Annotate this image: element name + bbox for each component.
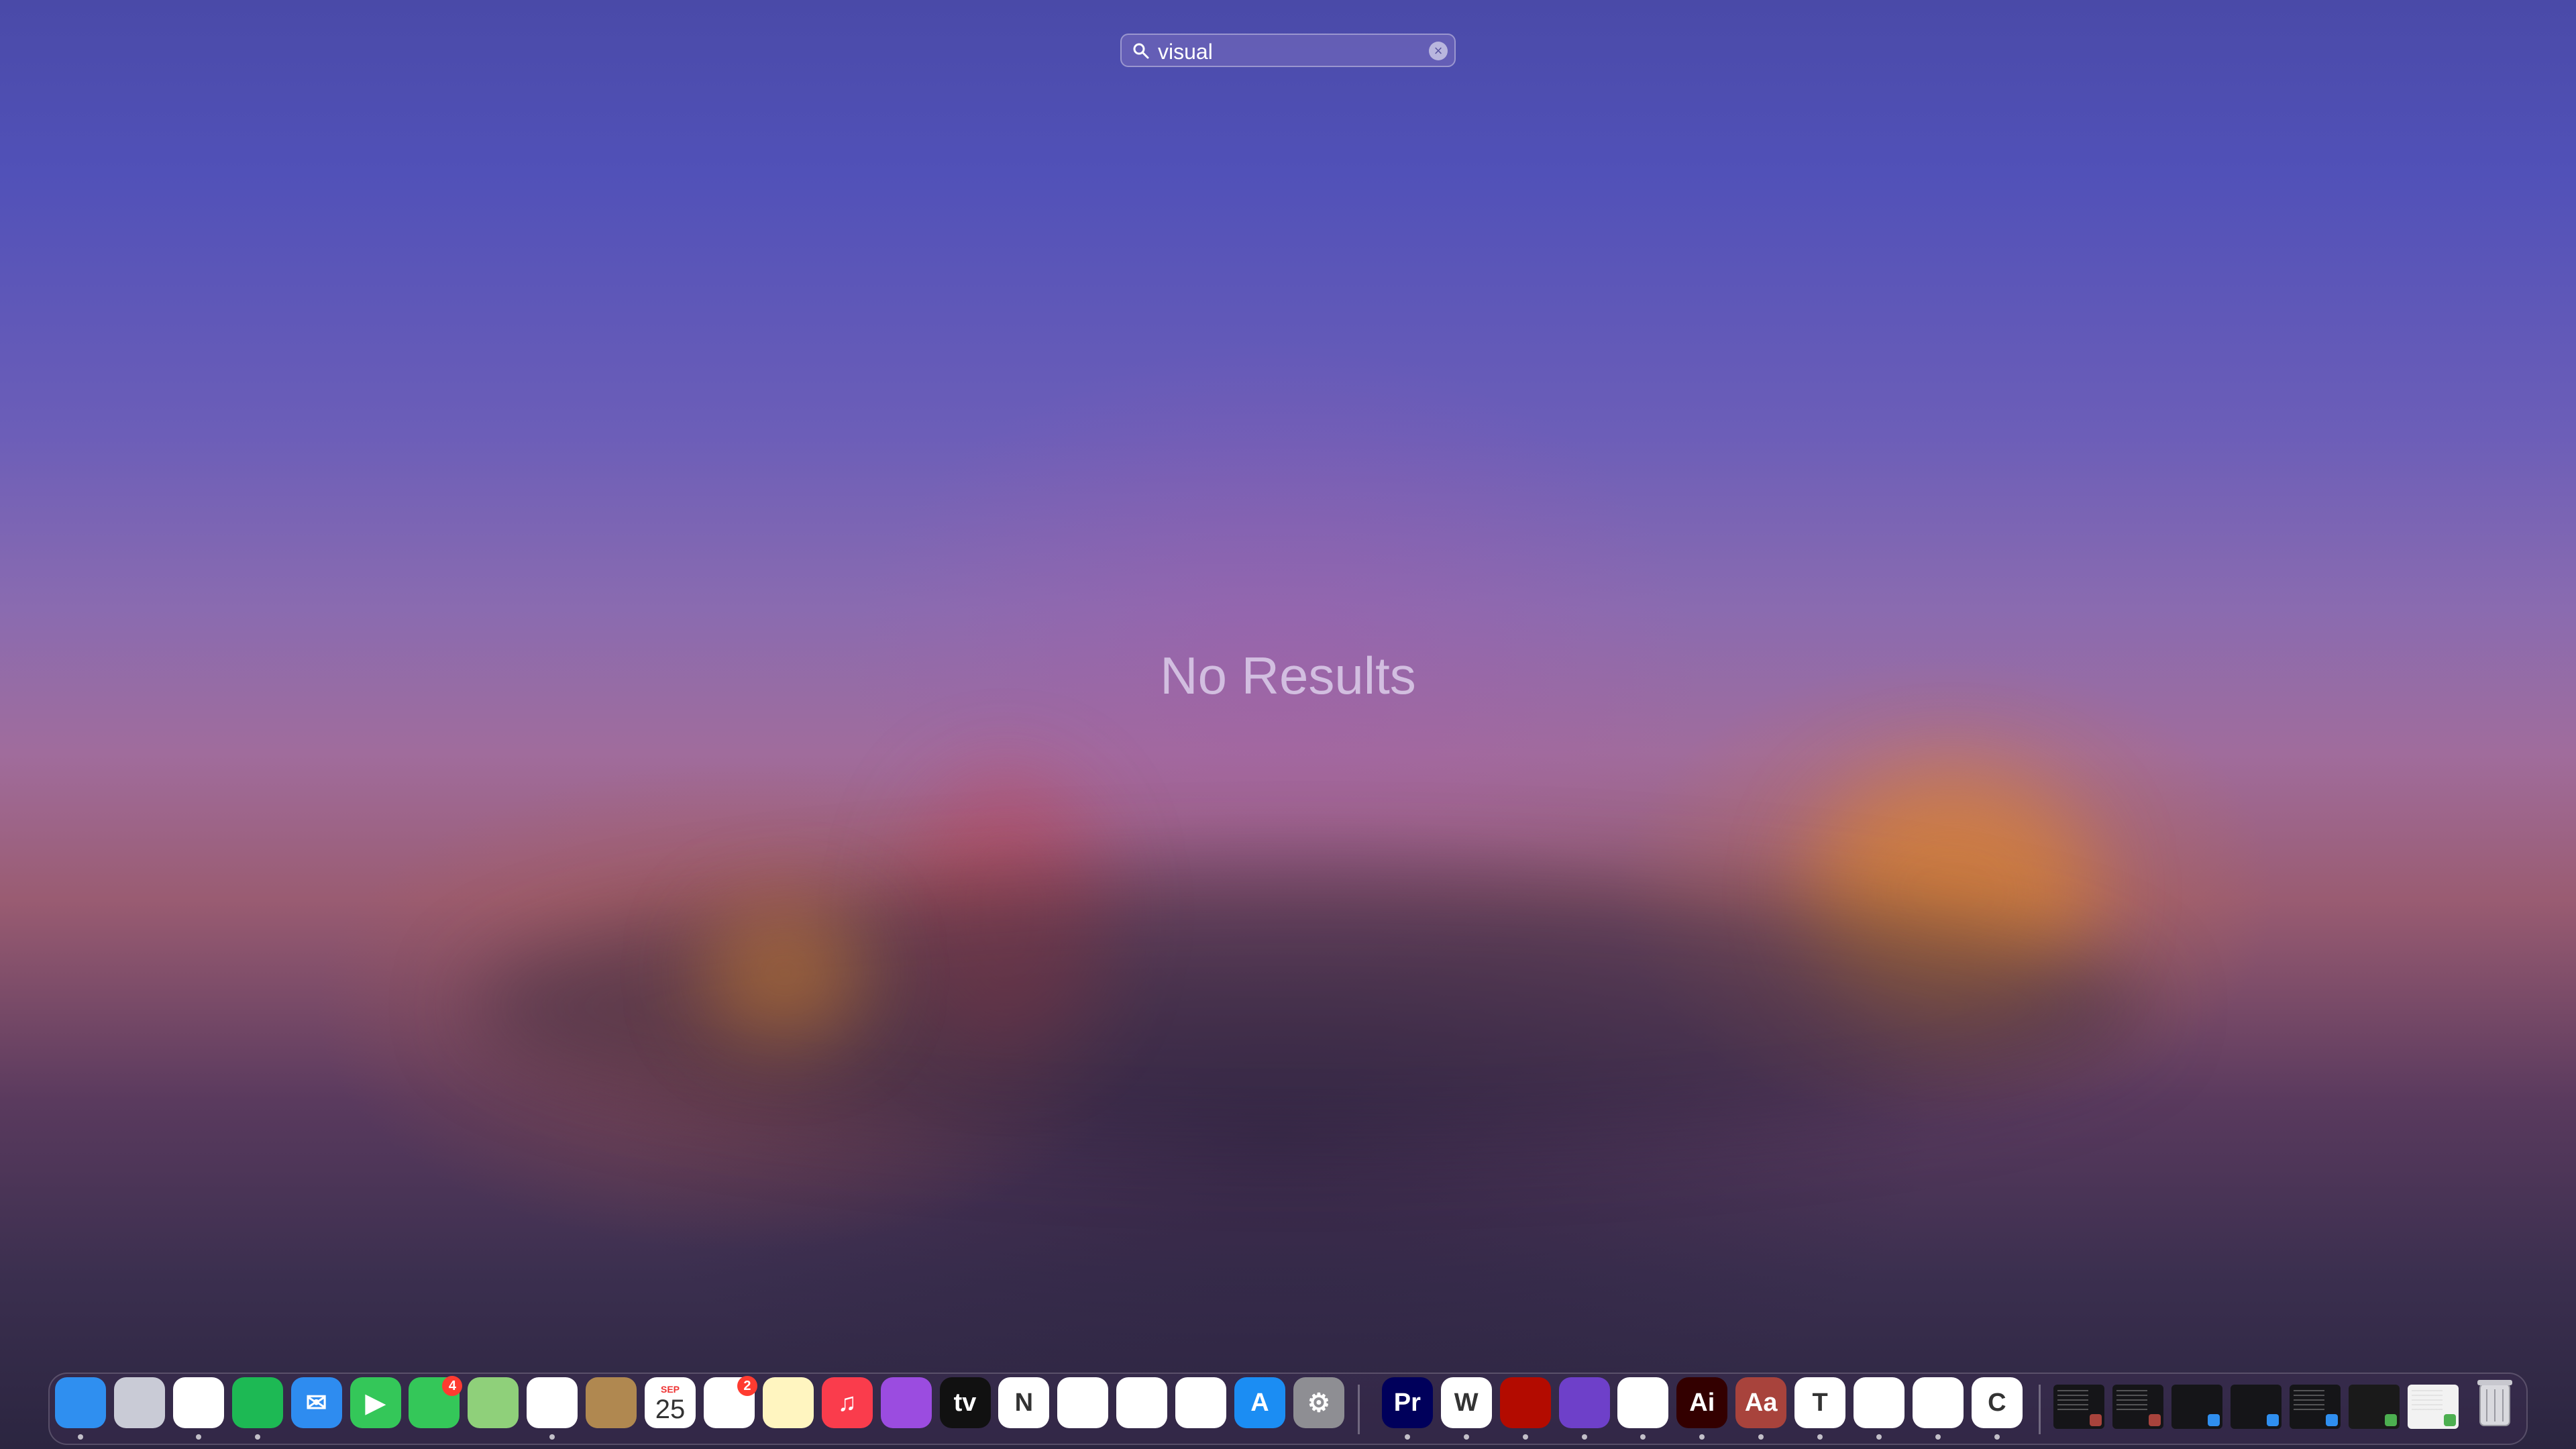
running-indicator [1463,1434,1469,1440]
music-icon: ♫ [837,1388,857,1417]
dock-app-calendar[interactable]: SEP 25 [645,1377,696,1428]
dock-app-illustrator[interactable]: Ai [1676,1377,1728,1428]
dock-app-launchpad[interactable] [113,1377,165,1428]
facetime-icon: ▶ [365,1389,386,1417]
window-app-icon [2384,1414,2397,1426]
dock-app-finder[interactable] [55,1377,106,1428]
dock-app-notes[interactable] [762,1377,814,1428]
dock-app-github-desktop[interactable] [1558,1377,1610,1428]
window-thumbnail-content [2116,1390,2147,1410]
notification-badge: 2 [737,1376,757,1396]
app-store-icon: A [1250,1388,1269,1417]
dock-app-pages[interactable] [1175,1377,1227,1428]
minimized-window-2[interactable] [2112,1385,2163,1429]
search-input[interactable] [1157,38,1414,66]
window-thumbnail-content [2411,1390,2443,1410]
dock-app-reminders[interactable]: 2 [703,1376,757,1428]
dock-trash[interactable] [2469,1377,2520,1428]
calendar-icon: 25 [655,1394,686,1424]
dock-app-music[interactable]: ♫ [821,1377,873,1428]
search-icon [1133,43,1149,59]
dock-app-safari[interactable] [1617,1377,1669,1428]
background-glow-orange [1811,771,2093,1013]
background-glow-red [906,771,1107,1053]
window-thumbnail-content [2293,1390,2324,1410]
window-app-icon [2266,1414,2279,1426]
running-indicator [1935,1434,1941,1440]
minimized-window-7[interactable] [2407,1385,2459,1429]
colorsync-icon: C [1988,1388,2006,1417]
running-indicator [78,1434,83,1440]
minimized-window-5[interactable] [2289,1385,2341,1429]
premiere-pro-icon: Pr [1393,1388,1421,1417]
minimized-window-6[interactable] [2348,1385,2400,1429]
dock-app-mail[interactable]: ✉ [290,1377,342,1428]
minimized-window-3[interactable] [2171,1385,2222,1429]
window-thumbnail-content [2057,1390,2088,1410]
window-app-icon [2443,1414,2456,1426]
dock-app-contacts[interactable] [586,1377,637,1428]
minimized-window-4[interactable] [2230,1385,2282,1429]
running-indicator [1522,1434,1528,1440]
background-glow-amber [704,906,865,1040]
dock-app-google-chrome[interactable] [172,1377,224,1428]
minimized-window-1[interactable] [2053,1385,2104,1429]
microsoft-word-icon: W [1454,1388,1479,1417]
mail-icon: ✉ [305,1389,327,1417]
dock-app-tv[interactable]: tv [939,1377,991,1428]
clear-search-button[interactable]: × [1429,42,1448,60]
dictionary-icon: Aa [1744,1388,1778,1417]
dock-app-photos[interactable] [527,1377,578,1428]
dock-app-news[interactable]: N [998,1377,1050,1428]
launchpad-search-field[interactable]: × [1120,34,1456,67]
dock-app-podcasts[interactable] [880,1377,932,1428]
no-results-message: No Results [1160,646,1416,705]
dock-app-acrobat[interactable] [1499,1377,1551,1428]
dock-app-microsoft-teams[interactable]: T [1794,1377,1846,1428]
dock-app-messages[interactable]: 4 [409,1376,463,1428]
microsoft-teams-icon: T [1812,1388,1828,1417]
window-app-icon [2325,1414,2338,1426]
illustrator-icon: Ai [1689,1388,1715,1417]
dock-separator [1357,1385,1360,1434]
running-indicator [1404,1434,1410,1440]
window-app-icon [2089,1414,2102,1426]
dock-app-maps[interactable] [468,1377,519,1428]
dock-app-printer[interactable] [1854,1377,1904,1428]
dock-app-microsoft-word[interactable]: W [1440,1377,1492,1428]
dock-app-numbers[interactable] [1057,1377,1109,1428]
window-app-icon [2148,1414,2161,1426]
dock-app-system-settings[interactable]: ⚙ [1293,1377,1344,1428]
tv-icon: tv [953,1388,977,1417]
window-app-icon [2207,1414,2220,1426]
notification-badge: 4 [442,1376,463,1396]
system-settings-icon: ⚙ [1307,1389,1330,1417]
dock-app-colorsync[interactable]: C [1971,1377,2023,1428]
running-indicator [195,1434,201,1440]
dock-app-keynote[interactable] [1116,1377,1168,1428]
dock-app-spotify[interactable] [231,1377,283,1428]
dock-app-facetime[interactable]: ▶ [350,1377,401,1428]
dock-app-dictionary[interactable]: Aa [1735,1377,1787,1428]
running-indicator [1994,1434,2000,1440]
dock-app-premiere-pro[interactable]: Pr [1381,1377,1433,1428]
news-icon: N [1014,1388,1034,1417]
dock-app-app-store[interactable]: A [1234,1377,1285,1428]
background-shadow [470,872,2147,1140]
running-indicator [1876,1434,1882,1440]
dock-separator [2038,1385,2041,1434]
running-indicator [254,1434,260,1440]
running-indicator [1581,1434,1587,1440]
dock-app-messenger[interactable] [1912,1377,1964,1428]
calendar-month-label: SEP [660,1383,680,1395]
trash-icon [2477,1380,2512,1426]
